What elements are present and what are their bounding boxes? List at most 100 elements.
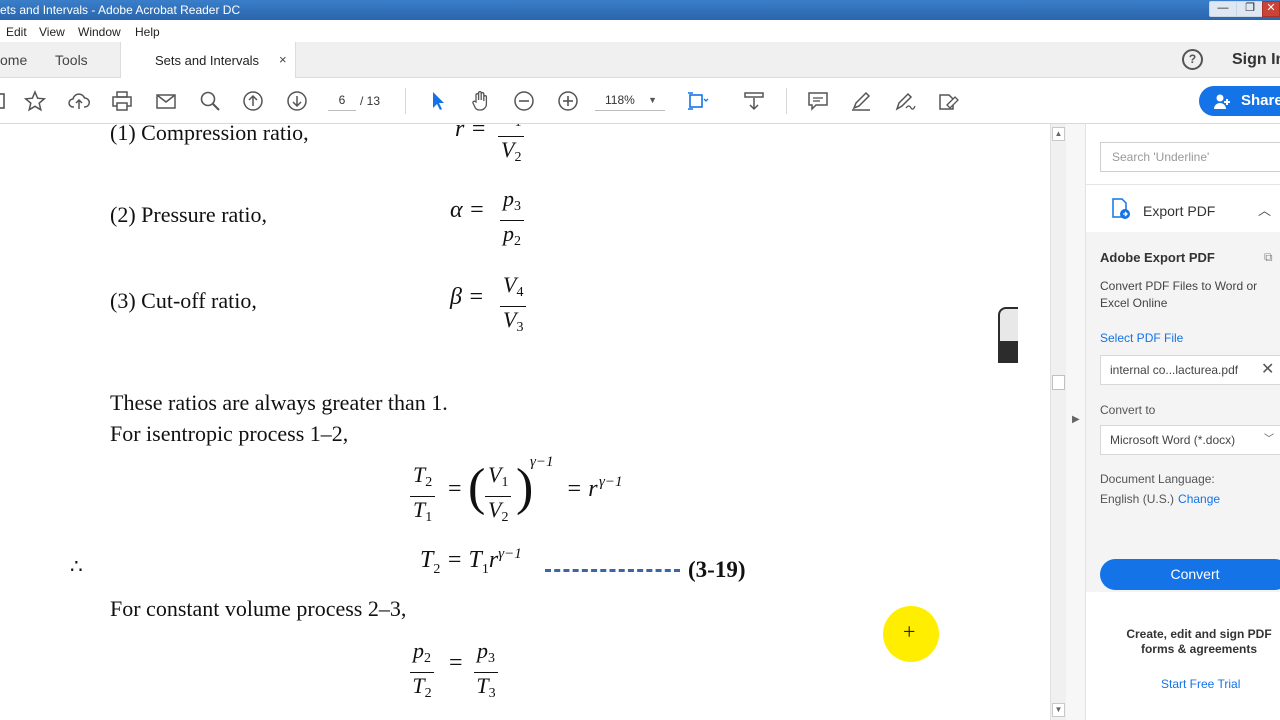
maximize-button[interactable]: ❐: [1236, 1, 1264, 17]
email-icon[interactable]: [155, 90, 177, 112]
eq-compression-fraction: V1 V2: [498, 124, 525, 171]
bookmark-star-icon[interactable]: [23, 90, 47, 112]
highlight-pen-icon[interactable]: [850, 90, 872, 112]
next-page-icon[interactable]: [286, 90, 308, 112]
eq6-left-fraction: p2 T2: [410, 638, 434, 707]
language-label: Document Language:: [1100, 472, 1215, 486]
eq4-left-paren: (: [468, 459, 486, 516]
upload-cloud-icon[interactable]: [68, 90, 90, 112]
eq4-l-den: T: [413, 497, 426, 522]
eq6-r-den-sub: 3: [488, 686, 496, 701]
eq6-l-den: T: [412, 673, 425, 698]
export-pdf-header[interactable]: Export PDF ︿: [1086, 184, 1280, 232]
eq4-r-num-sub: 1: [501, 475, 509, 490]
zoom-level-select[interactable]: 118% ▼: [595, 89, 665, 111]
hand-tool-icon[interactable]: [470, 90, 492, 112]
eq-pressure-fraction: p3 p2: [500, 186, 524, 255]
tab-document[interactable]: Sets and Intervals ×: [120, 42, 296, 79]
close-window-button[interactable]: ✕: [1262, 1, 1280, 17]
eq5-b: = T: [440, 547, 482, 573]
eq2-den-sub: 2: [514, 234, 521, 249]
scroll-thumb[interactable]: [1052, 375, 1065, 390]
tab-document-label: Sets and Intervals: [155, 53, 260, 68]
document-viewer[interactable]: (1) Compression ratio, r = V1 V2 (2) Pre…: [0, 124, 1050, 720]
search-icon[interactable]: [199, 90, 221, 112]
eq4-rhs-exponent: γ−1: [599, 474, 623, 490]
vertical-scrollbar[interactable]: ▲ ▼: [1050, 124, 1066, 720]
sidebar-toggle-icon[interactable]: [0, 90, 10, 112]
language-value: English (U.S.): [1100, 492, 1175, 506]
sign-in-link[interactable]: Sign In: [1232, 51, 1280, 69]
tools-search-input[interactable]: Search 'Underline': [1100, 142, 1280, 172]
eq6-l-den-sub: 2: [424, 686, 432, 701]
tab-home[interactable]: ome: [0, 52, 27, 68]
info-icon[interactable]: ⧉: [1264, 250, 1273, 265]
clear-file-icon[interactable]: ✕: [1261, 356, 1274, 384]
previous-page-icon[interactable]: [242, 90, 264, 112]
eq3-num-sub: 4: [516, 285, 524, 300]
cursor-highlight: [883, 606, 939, 662]
eq4-r-den: V: [488, 497, 502, 522]
eq4-exponent: γ−1: [530, 454, 554, 470]
zoom-out-icon[interactable]: [513, 90, 535, 112]
text-ratios-greater: These ratios are always greater than 1.: [110, 390, 448, 415]
eq4-right-fraction: V1 V2: [485, 462, 512, 531]
close-tab-icon[interactable]: ×: [279, 52, 287, 67]
comment-icon[interactable]: [807, 90, 829, 112]
eq1-den-sub: 2: [514, 150, 522, 165]
page-number-input[interactable]: 6: [328, 89, 356, 111]
start-free-trial-link[interactable]: Start Free Trial: [1161, 677, 1240, 691]
eq4-l-den-sub: 1: [425, 510, 433, 525]
collapse-panel-icon[interactable]: ▶: [1072, 414, 1080, 425]
change-language-link[interactable]: Change: [1178, 492, 1220, 506]
scroll-down-arrow-icon[interactable]: ▼: [1052, 703, 1065, 717]
share-button[interactable]: Share: [1199, 86, 1280, 116]
toolbar-divider: [786, 88, 787, 114]
select-pdf-link[interactable]: Select PDF File: [1100, 331, 1183, 345]
eq5-a: T: [420, 547, 434, 573]
eq-cutoff-lhs: β =: [450, 284, 485, 310]
eq4-left-fraction: T2 T1: [410, 462, 436, 531]
text-isentropic-process: For isentropic process 1–2,: [110, 421, 349, 446]
eq6-r-num: p: [477, 638, 488, 663]
sign-pen-icon[interactable]: [894, 90, 916, 112]
toolbar: 6 / 13 118% ▼: [0, 78, 1280, 124]
selected-file-field[interactable]: internal co...lacturea.pdf ✕: [1100, 355, 1280, 385]
eq6-l-num: p: [413, 638, 424, 663]
export-pdf-label: Export PDF: [1143, 203, 1216, 219]
text-pressure-ratio: (2) Pressure ratio,: [110, 202, 268, 227]
convert-button[interactable]: Convert: [1100, 559, 1280, 590]
equation-number: (3-19): [688, 557, 746, 582]
chevron-up-icon[interactable]: ︿: [1258, 200, 1271, 219]
eq5-c: r: [488, 547, 499, 573]
minimize-button[interactable]: —: [1209, 1, 1237, 17]
menu-edit[interactable]: Edit: [6, 25, 27, 39]
eq6-right-fraction: p3 T3: [474, 638, 498, 707]
eq-pressure-lhs: α =: [450, 197, 485, 223]
eq4-r-den-sub: 2: [501, 510, 509, 525]
scroll-up-arrow-icon[interactable]: ▲: [1052, 127, 1065, 141]
eq1-den: V: [501, 137, 515, 162]
floating-tool-tab[interactable]: [998, 307, 1018, 363]
menu-help[interactable]: Help: [135, 25, 160, 39]
convert-format-select[interactable]: Microsoft Word (*.docx) ﹀: [1100, 425, 1280, 455]
toolbar-divider: [405, 88, 406, 114]
select-cursor-icon[interactable]: [427, 90, 449, 112]
panel-collapse-strip[interactable]: ▶: [1066, 124, 1086, 720]
tab-tools[interactable]: Tools: [55, 52, 88, 68]
edit-tools-icon[interactable]: [937, 90, 959, 112]
selected-file-name: internal co...lacturea.pdf: [1110, 363, 1239, 377]
eq6-l-num-sub: 2: [424, 651, 431, 666]
menu-window[interactable]: Window: [78, 25, 121, 39]
title-bar: ets and Intervals - Adobe Acrobat Reader…: [0, 0, 1280, 20]
eq3-den: V: [503, 307, 517, 332]
help-icon[interactable]: ?: [1182, 49, 1203, 70]
menu-view[interactable]: View: [39, 25, 65, 39]
scroll-mode-icon[interactable]: [743, 90, 765, 112]
print-icon[interactable]: [111, 90, 133, 112]
zoom-in-icon[interactable]: [557, 90, 579, 112]
window-title: ets and Intervals - Adobe Acrobat Reader…: [0, 3, 241, 17]
eq5-b-sub: 1: [481, 561, 489, 577]
page-fit-icon[interactable]: [687, 90, 709, 112]
text-constant-volume: For constant volume process 2–3,: [110, 596, 407, 621]
